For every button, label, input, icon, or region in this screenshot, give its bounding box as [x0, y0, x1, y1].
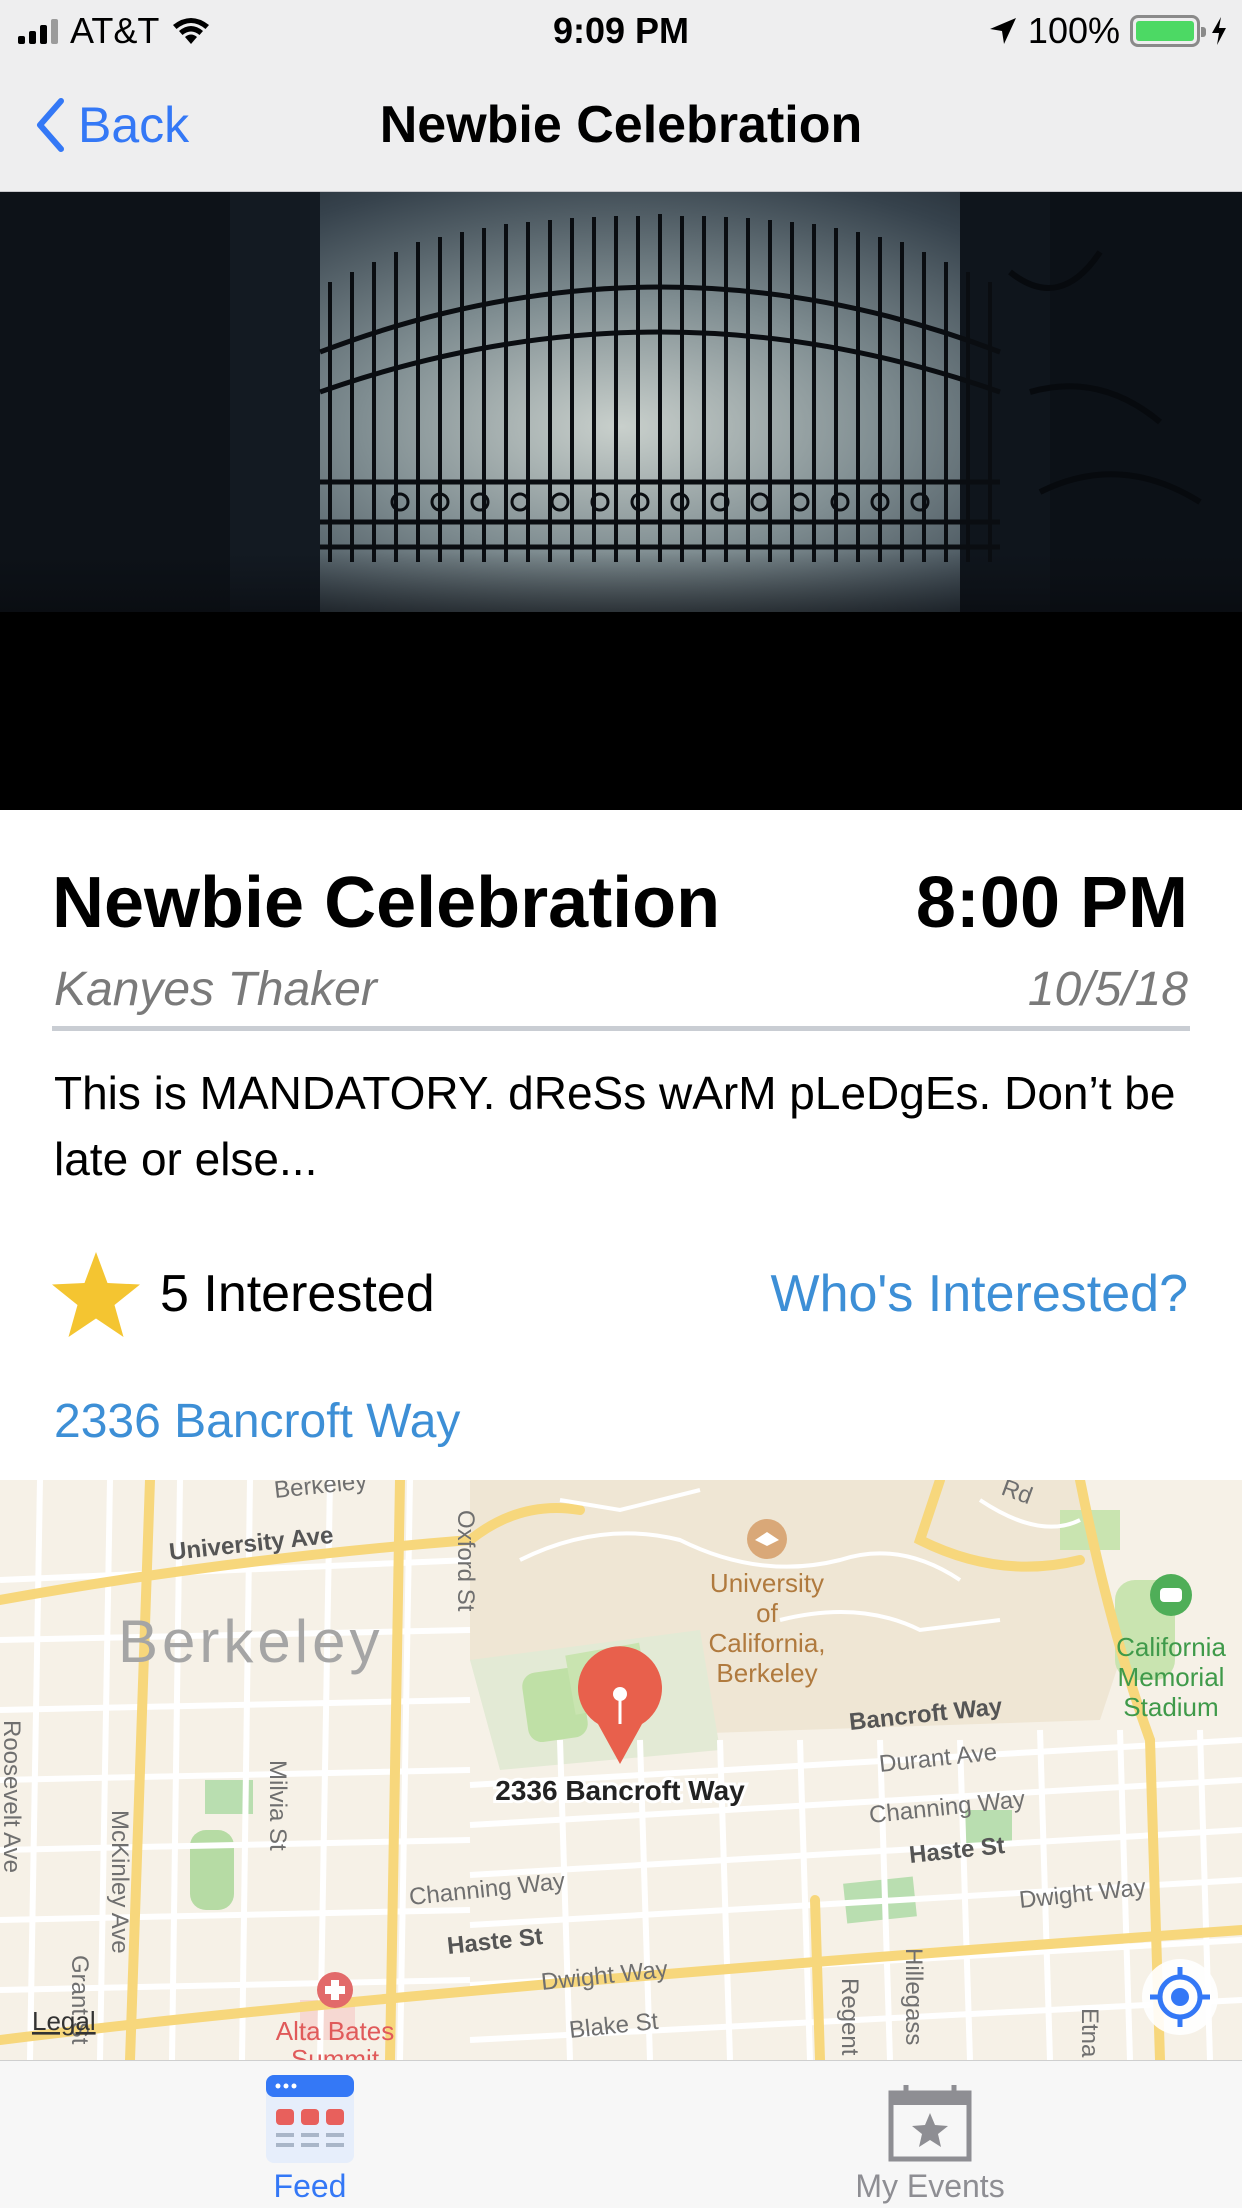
location-arrow-icon [989, 18, 1016, 44]
map-pin-label: 2336 Bancroft Way [495, 1775, 745, 1806]
street-milvia: Milvia St [264, 1760, 291, 1851]
campus-label-line2: of [756, 1598, 778, 1628]
locate-me-icon[interactable] [1142, 1959, 1218, 2035]
status-right: 100% [988, 10, 1228, 52]
tab-my-events[interactable]: My Events [730, 2061, 1130, 2208]
event-host: Kanyes Thaker [54, 963, 377, 1016]
hospital-label-line2: Summit [291, 2044, 380, 2060]
tab-feed[interactable]: Feed [110, 2061, 510, 2208]
tab-my-events-label: My Events [855, 2168, 1005, 2204]
stadium-label-line1: California [1116, 1632, 1226, 1662]
battery-icon [1130, 15, 1206, 47]
navigation-bar: Back Newbie Celebration [0, 62, 1242, 192]
charging-bolt-icon [1212, 17, 1226, 45]
campus-label-line1: University [710, 1568, 824, 1598]
street-oxford: Oxford St [452, 1510, 479, 1612]
whos-interested-link[interactable]: Who's Interested? [771, 1264, 1188, 1324]
interested-count: 5 Interested [160, 1265, 435, 1323]
map-city-label: Berkeley [118, 1608, 383, 1675]
street-roosevelt: Roosevelt Ave [0, 1720, 25, 1873]
stadium-label-line3: Stadium [1123, 1692, 1218, 1722]
calendar-star-icon [888, 2085, 972, 2162]
campus-label-line4: Berkeley [716, 1658, 817, 1688]
tab-feed-label: Feed [273, 2168, 347, 2204]
street-mckinley: McKinley Ave [106, 1810, 133, 1954]
event-time: 8:00 PM [915, 863, 1188, 943]
map-legal-link[interactable]: Legal [32, 2006, 96, 2036]
event-description: This is MANDATORY. dReSs wArM pLeDgEs. D… [54, 1067, 1176, 1185]
star-icon[interactable] [50, 1250, 142, 1340]
street-etna: Etna [1076, 2008, 1103, 2058]
app-root: AT&T 9:09 PM 100% Back Newbie Celebratio… [0, 0, 1242, 2208]
event-address-link[interactable]: 2336 Bancroft Way [54, 1394, 460, 1449]
event-date: 10/5/18 [1027, 963, 1188, 1016]
nav-title: Newbie Celebration [379, 96, 863, 154]
battery-percent: 100% [1027, 10, 1120, 51]
street-hillegass: Hillegass [900, 1948, 927, 2045]
battery-fill [1136, 21, 1194, 41]
divider [52, 1026, 1190, 1031]
stadium-label-line2: Memorial [1118, 1662, 1225, 1692]
campus-label-line3: California, [708, 1628, 825, 1658]
location-map[interactable]: University Ave Berkeley Oxford St Bancro… [0, 1480, 1242, 2060]
tab-bar: Feed My Events [0, 2060, 1242, 2208]
status-bar: AT&T 9:09 PM 100% [0, 0, 1242, 62]
hospital-label-line1: Alta Bates [276, 2016, 395, 2046]
event-title: Newbie Celebration [52, 863, 721, 943]
event-cover-image [0, 192, 1242, 810]
feed-icon [266, 2075, 354, 2163]
street-regent: Regent [836, 1978, 863, 2056]
